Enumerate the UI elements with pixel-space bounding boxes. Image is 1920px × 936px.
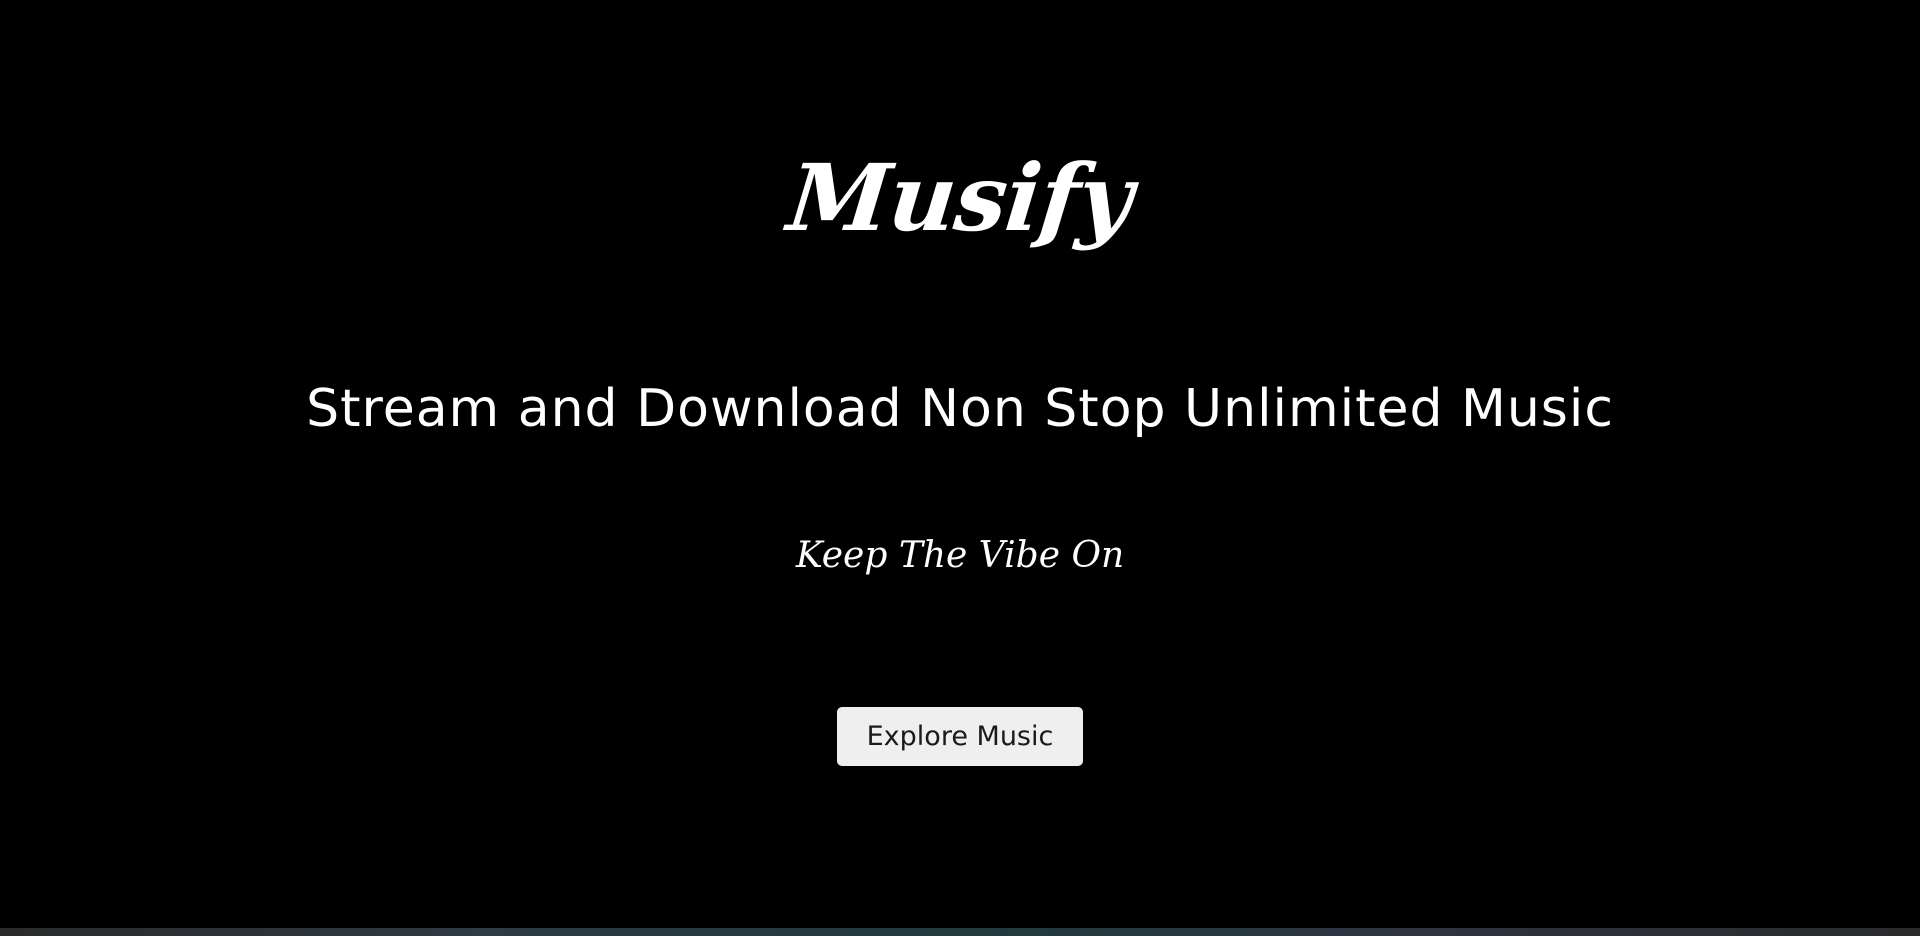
brand-logo: Musify (783, 144, 1137, 252)
hero-headline: Stream and Download Non Stop Unlimited M… (306, 379, 1614, 439)
hero-section: Musify Stream and Download Non Stop Unli… (0, 0, 1920, 928)
explore-music-button[interactable]: Explore Music (837, 707, 1083, 766)
hero-tagline: Keep The Vibe On (795, 535, 1125, 576)
bottom-edge-strip (0, 928, 1920, 936)
